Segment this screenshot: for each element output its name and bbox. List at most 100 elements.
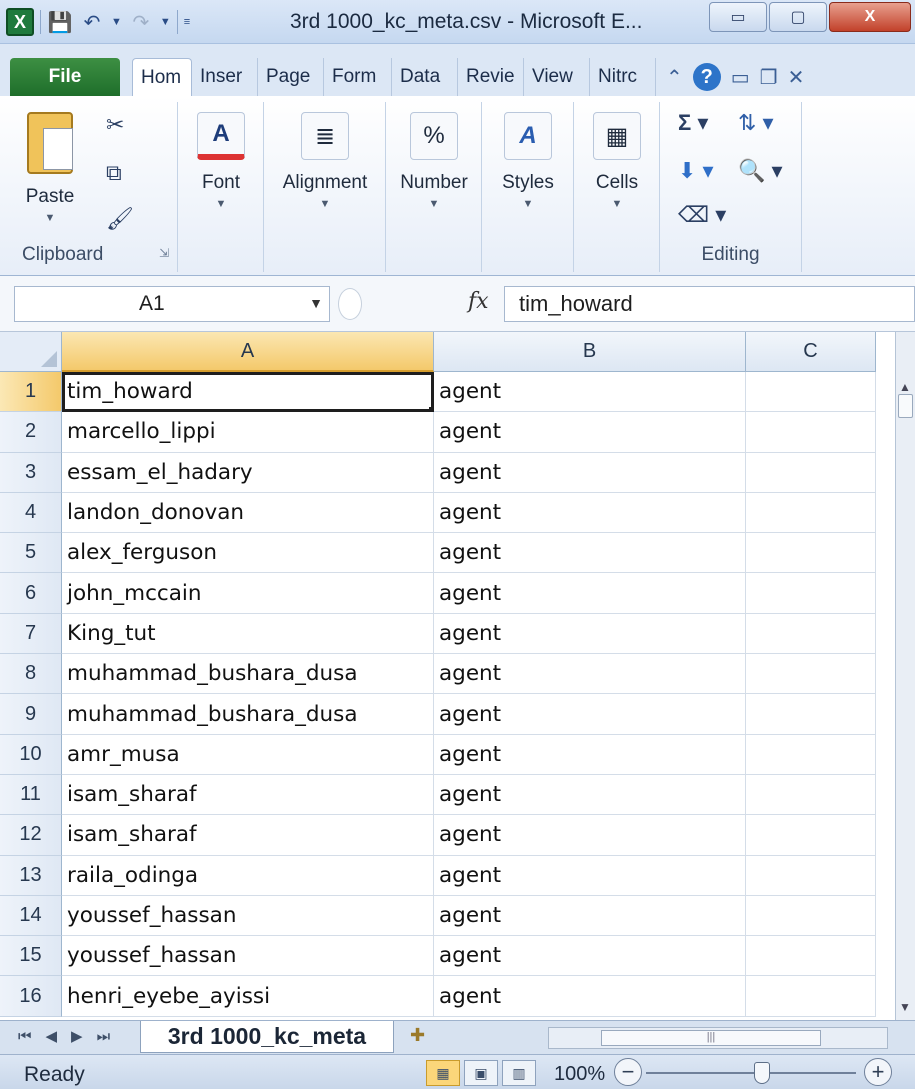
tab-review[interactable]: Revie [458,58,524,96]
cell-a[interactable]: henri_eyebe_ayissi [62,976,434,1017]
fill-icon[interactable]: ⬇ ▾ [678,158,714,184]
page-layout-view-icon[interactable]: ▣ [464,1060,498,1086]
tab-page-layout[interactable]: Page [258,58,324,96]
page-break-view-icon[interactable]: ▥ [502,1060,536,1086]
save-icon[interactable]: 💾 [47,10,73,35]
find-select-icon[interactable]: 🔍 ▾ [738,158,783,184]
clear-icon[interactable]: ⌫ ▾ [678,202,726,228]
cell-b[interactable]: agent [434,613,746,655]
cell-a[interactable]: youssef_hassan [62,895,434,937]
row-header[interactable]: 10 [0,734,62,775]
row-header[interactable]: 13 [0,855,62,896]
row-header[interactable]: 8 [0,654,62,695]
alignment-button[interactable]: ≣ Alignment ▼ [264,112,386,210]
formula-input[interactable]: tim_howard [504,286,915,322]
paste-button[interactable]: Paste ▼ [20,112,80,224]
row-header[interactable]: 1 [0,372,62,413]
normal-view-icon[interactable]: ▦ [426,1060,460,1086]
column-header-a[interactable]: A [62,332,434,372]
cell-b[interactable]: agent [434,734,746,775]
cell-a[interactable]: youssef_hassan [62,936,434,977]
cell-a[interactable]: marcello_lippi [62,412,434,453]
cell-b[interactable]: agent [434,774,746,816]
cell-b[interactable]: agent [434,492,746,534]
cell-a[interactable]: raila_odinga [62,855,434,896]
zoom-in-icon[interactable]: + [864,1058,892,1086]
row-header[interactable]: 2 [0,412,62,453]
cell-b[interactable]: agent [434,694,746,735]
zoom-slider-track[interactable] [646,1072,856,1074]
row-header[interactable]: 6 [0,573,62,614]
cell-b[interactable]: agent [434,855,746,896]
maximize-button[interactable]: ▢ [769,2,827,32]
cell-a[interactable]: alex_ferguson [62,533,434,574]
cell-c[interactable] [746,976,876,1017]
column-header-b[interactable]: B [434,332,746,372]
cell-b[interactable]: agent [434,573,746,614]
cell-a[interactable]: amr_musa [62,734,434,775]
cell-c[interactable] [746,613,876,655]
scroll-down-icon[interactable]: ▼ [899,1000,911,1014]
horizontal-scrollbar[interactable]: ||| [548,1027,888,1049]
excel-icon[interactable]: X [6,8,34,36]
row-header[interactable]: 11 [0,774,62,816]
vertical-scrollbar[interactable]: ▲ ▼ [895,332,915,1020]
cell-c[interactable] [746,855,876,896]
cell-b[interactable]: agent [434,895,746,937]
help-icon[interactable]: ? [692,63,721,91]
cell-b[interactable]: agent [434,372,746,413]
row-header[interactable]: 5 [0,533,62,574]
cell-b[interactable]: agent [434,976,746,1017]
cell-c[interactable] [746,452,876,493]
row-header[interactable]: 9 [0,694,62,735]
redo-dropdown-icon[interactable]: ▼ [160,16,171,28]
cells-button[interactable]: ▦ Cells ▼ [574,112,660,210]
restore-icon[interactable]: ❐ [760,65,778,90]
tab-nitro[interactable]: Nitrc [590,58,656,96]
zoom-out-icon[interactable]: − [614,1058,642,1086]
cell-a[interactable]: muhammad_bushara_dusa [62,694,434,735]
cell-a[interactable]: King_tut [62,613,434,655]
tab-home[interactable]: Hom [132,58,192,96]
customize-qat-icon[interactable]: ≡ [184,16,190,28]
horizontal-scroll-thumb[interactable]: ||| [601,1030,821,1046]
insert-sheet-icon[interactable]: ✚ [410,1025,425,1046]
zoom-slider-thumb[interactable] [753,1062,770,1084]
cell-a[interactable]: isam_sharaf [62,815,434,856]
cell-c[interactable] [746,694,876,735]
cell-c[interactable] [746,774,876,816]
caret-up-icon[interactable]: ⌃ [666,65,683,90]
vertical-scroll-thumb[interactable] [898,394,913,418]
cell-c[interactable] [746,815,876,856]
name-box-dropdown-icon[interactable]: ▼ [309,295,323,311]
format-painter-icon[interactable]: 🖌 [106,206,134,232]
undo-icon[interactable]: ↶ [79,10,105,35]
styles-button[interactable]: A Styles ▼ [482,112,574,210]
cell-c[interactable] [746,895,876,937]
select-all-corner[interactable] [0,332,62,372]
cell-a[interactable]: muhammad_bushara_dusa [62,654,434,695]
zoom-level[interactable]: 100% [554,1063,605,1086]
cell-c[interactable] [746,412,876,453]
cell-b[interactable]: agent [434,533,746,574]
cell-b[interactable]: agent [434,936,746,977]
copy-icon[interactable]: ⧉ [106,160,122,186]
tab-file[interactable]: File [10,58,120,96]
number-button[interactable]: % Number ▼ [386,112,482,210]
column-header-c[interactable]: C [746,332,876,372]
insert-function-icon[interactable]: fx [468,289,489,314]
undo-dropdown-icon[interactable]: ▼ [111,16,122,28]
row-header[interactable]: 16 [0,976,62,1017]
tab-data[interactable]: Data [392,58,458,96]
cell-c[interactable] [746,936,876,977]
clipboard-launcher-icon[interactable]: ⇲ [159,246,169,260]
scroll-up-icon[interactable]: ▲ [899,380,911,394]
cell-a[interactable]: isam_sharaf [62,774,434,816]
cell-c[interactable] [746,654,876,695]
sheet-nav-arrows-icon[interactable]: ⏮◀▶⏭ [18,1027,124,1045]
cell-a[interactable]: landon_donovan [62,492,434,534]
cut-icon[interactable]: ✂ [106,112,124,138]
sort-filter-icon[interactable]: ⇅ ▾ [738,110,774,136]
cell-c[interactable] [746,573,876,614]
row-header[interactable]: 4 [0,492,62,534]
